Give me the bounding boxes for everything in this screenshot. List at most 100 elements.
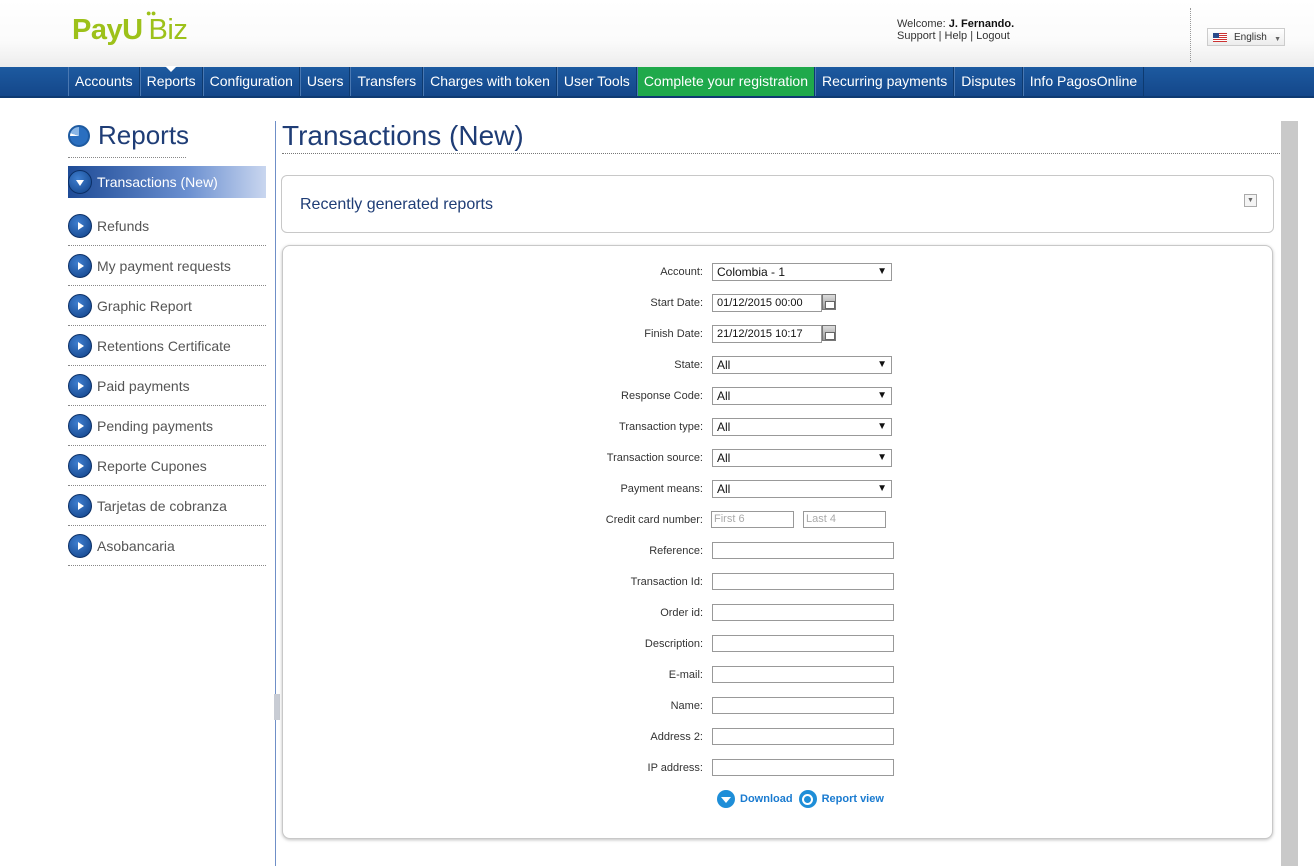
separator: | xyxy=(970,30,974,42)
payment-means-label: Payment means: xyxy=(620,483,703,495)
email-label: E-mail: xyxy=(668,669,703,681)
chevron-right-icon xyxy=(68,373,92,398)
payment-means-row: Payment means: All ▼ xyxy=(283,480,1274,500)
reference-input[interactable] xyxy=(712,542,894,559)
sidebar-item-label: Transactions (New) xyxy=(97,174,218,190)
account-select[interactable]: Colombia - 1 ▼ xyxy=(712,263,892,281)
nav-user-tools[interactable]: User Tools xyxy=(556,67,637,96)
sidebar-item-asobancaria[interactable]: Asobancaria xyxy=(68,526,266,566)
transaction-id-row: Transaction Id: xyxy=(283,573,1274,593)
nav-disputes[interactable]: Disputes xyxy=(954,67,1023,96)
name-input[interactable] xyxy=(712,697,894,714)
dropdown-arrow-icon: ▼ xyxy=(877,483,887,494)
scrollbar[interactable] xyxy=(1281,121,1298,866)
order-id-row: Order id: xyxy=(283,604,1274,624)
sidebar-item-label: Reporte Cupones xyxy=(97,457,207,474)
recent-reports-panel[interactable]: Recently generated reports ▼ xyxy=(281,175,1274,233)
payu-biz-logo[interactable]: PayU ●● Biz xyxy=(72,8,188,47)
response-code-value: All xyxy=(717,389,731,403)
account-row: Account: Colombia - 1 ▼ xyxy=(283,263,1274,283)
nav-complete-registration[interactable]: Complete your registration xyxy=(636,67,815,96)
sidebar-item-graphic-report[interactable]: Graphic Report xyxy=(68,286,266,326)
finish-date-label: Finish Date: xyxy=(644,328,703,340)
transaction-id-input[interactable] xyxy=(712,573,894,590)
report-filter-form: Account: Colombia - 1 ▼ Start Date: 01/12… xyxy=(282,245,1273,839)
address2-input[interactable] xyxy=(712,728,894,745)
email-row: E-mail: xyxy=(283,666,1274,686)
form-actions: Download Report view xyxy=(717,790,890,808)
sidebar-item-tarjetas-cobranza[interactable]: Tarjetas de cobranza xyxy=(68,486,266,526)
expand-toggle-icon[interactable]: ▼ xyxy=(1244,194,1257,207)
user-name: J. Fernando. xyxy=(948,18,1015,30)
support-link[interactable]: Support xyxy=(897,30,936,42)
credit-card-label: Credit card number: xyxy=(605,514,703,526)
calendar-icon[interactable] xyxy=(822,294,836,310)
transaction-id-label: Transaction Id: xyxy=(630,576,703,588)
eye-icon xyxy=(798,790,817,808)
nav-info-pagosonline[interactable]: Info PagosOnline xyxy=(1022,67,1145,96)
sidebar-title: Reports xyxy=(68,120,189,151)
chevron-down-icon: ▼ xyxy=(1274,36,1281,43)
sidebar-item-label: Pending payments xyxy=(97,417,213,434)
nav-configuration[interactable]: Configuration xyxy=(202,67,300,96)
finish-date-input[interactable]: 21/12/2015 10:17 xyxy=(712,325,822,343)
nav-reports[interactable]: Reports xyxy=(139,66,203,96)
chevron-right-icon xyxy=(68,413,92,438)
separator: | xyxy=(938,30,942,42)
nav-accounts[interactable]: Accounts xyxy=(68,67,140,96)
help-link[interactable]: Help xyxy=(945,30,968,42)
reference-row: Reference: xyxy=(283,542,1274,562)
nav-charges-with-token[interactable]: Charges with token xyxy=(423,67,557,96)
sidebar-item-transactions-new[interactable]: Transactions (New) xyxy=(68,166,266,198)
ip-address-input[interactable] xyxy=(712,759,894,776)
chevron-right-icon xyxy=(68,493,92,518)
logout-link[interactable]: Logout xyxy=(976,30,1010,42)
finish-date-row: Finish Date: 21/12/2015 10:17 xyxy=(283,325,1274,345)
sidebar-item-paid-payments[interactable]: Paid payments xyxy=(68,366,266,406)
sidebar-item-reporte-cupones[interactable]: Reporte Cupones xyxy=(68,446,266,486)
state-row: State: All ▼ xyxy=(283,356,1274,376)
order-id-input[interactable] xyxy=(712,604,894,621)
recent-reports-label: Recently generated reports xyxy=(300,196,493,213)
sidebar-item-pending-payments[interactable]: Pending payments xyxy=(68,406,266,446)
nav-recurring-payments[interactable]: Recurring payments xyxy=(815,67,955,96)
card-last4-input[interactable]: Last 4 xyxy=(803,511,886,528)
language-select[interactable]: English ▼ xyxy=(1207,28,1285,46)
welcome-block: Welcome: J. Fernando. Support | Help | L… xyxy=(897,18,1014,42)
nav-transfers[interactable]: Transfers xyxy=(350,67,424,96)
language-label: English xyxy=(1234,31,1267,43)
sidebar-collapse-handle[interactable] xyxy=(274,694,280,720)
card-first6-input[interactable]: First 6 xyxy=(711,511,794,528)
sidebar-menu: Transactions (New) Refunds My payment re… xyxy=(68,166,266,566)
download-icon xyxy=(717,790,735,808)
sidebar-item-label: Graphic Report xyxy=(97,297,192,314)
download-label: Download xyxy=(740,793,793,805)
logo-dots-icon: ●● xyxy=(146,8,156,18)
dropdown-arrow-icon: ▼ xyxy=(877,266,887,277)
sidebar-item-label: Tarjetas de cobranza xyxy=(97,497,227,514)
transaction-source-select[interactable]: All ▼ xyxy=(712,449,892,467)
chevron-right-icon xyxy=(68,213,92,238)
sidebar-item-label: Paid payments xyxy=(97,377,190,394)
payment-means-select[interactable]: All ▼ xyxy=(712,480,892,498)
start-date-input[interactable]: 01/12/2015 00:00 xyxy=(712,294,822,312)
email-input[interactable] xyxy=(712,666,894,683)
divider xyxy=(68,157,186,158)
calendar-icon[interactable] xyxy=(822,325,836,341)
report-view-button[interactable]: Report view xyxy=(798,790,884,808)
address2-row: Address 2: xyxy=(283,728,1274,748)
transaction-type-select[interactable]: All ▼ xyxy=(712,418,892,436)
transaction-type-value: All xyxy=(717,420,731,434)
sidebar-item-retentions-certificate[interactable]: Retentions Certificate xyxy=(68,326,266,366)
description-input[interactable] xyxy=(712,635,894,652)
response-code-select[interactable]: All ▼ xyxy=(712,387,892,405)
header: PayU ●● Biz Welcome: J. Fernando. Support … xyxy=(0,0,1314,68)
nav-users[interactable]: Users xyxy=(299,67,351,96)
page-title: Transactions (New) xyxy=(282,120,524,151)
sidebar-item-refunds[interactable]: Refunds xyxy=(68,206,266,246)
sidebar-item-payment-requests[interactable]: My payment requests xyxy=(68,246,266,286)
order-id-label: Order id: xyxy=(660,607,703,619)
download-button[interactable]: Download xyxy=(717,790,793,808)
reference-label: Reference: xyxy=(649,545,703,557)
state-select[interactable]: All ▼ xyxy=(712,356,892,374)
